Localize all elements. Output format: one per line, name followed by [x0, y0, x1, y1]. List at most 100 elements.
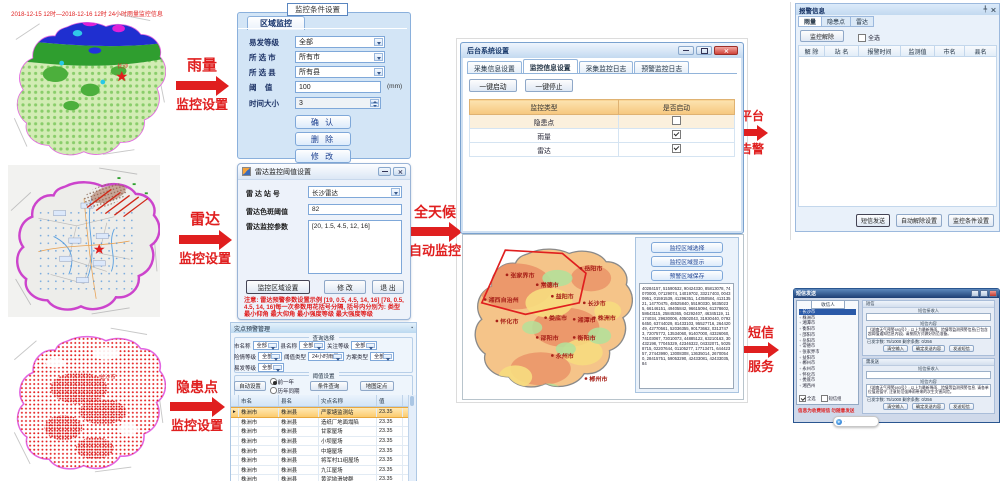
checkbox-danger-unchecked[interactable] — [672, 116, 681, 125]
table-row[interactable]: 株洲市株洲县小坝屋场23.35 — [231, 437, 409, 447]
checkbox-rain-checked[interactable] — [672, 130, 681, 139]
map-point-button[interactable]: 地图定点 — [360, 381, 394, 391]
county-select[interactable]: 所有县 — [295, 66, 385, 78]
threshold-input[interactable]: 100 — [295, 81, 381, 93]
clear-input-button[interactable]: 清空输入 — [883, 403, 908, 410]
clear-input-button[interactable]: 清空输入 — [883, 345, 908, 352]
checkbox-radar-checked[interactable] — [672, 144, 681, 153]
radar-params-textarea[interactable]: [20, 1.5, 4.5, 12, 16] — [308, 220, 402, 274]
confirm-content-button[interactable]: 确定发送内容 — [912, 345, 945, 352]
recipient-tab[interactable]: 收信人 — [811, 300, 845, 309]
region-select-button[interactable]: 监控区域选择 — [651, 242, 723, 253]
risk-level-select[interactable]: 全部 — [258, 352, 282, 361]
alarm-table-header[interactable]: 解 除 站 名 报警时间 监测值 市名 县名 — [798, 45, 997, 57]
table-row[interactable]: ▸株洲市株洲县严家塘监测站23.35 — [231, 407, 409, 418]
recipient-tree[interactable]: 长沙市 株洲市 湘潭市 衡阳市 邵阳市 岳阳市 常德市 张家界市 益阳市 郴州市… — [799, 309, 856, 392]
dropdown-arrow-icon[interactable] — [314, 343, 323, 348]
confirm-content-button[interactable]: 确定发送内容 — [912, 403, 945, 410]
tab-collect-log[interactable]: 采集监控日志 — [579, 61, 634, 73]
tab-danger-points[interactable]: 隐患点 — [822, 16, 851, 27]
table-row[interactable]: 株洲市株洲县甘家屋场23.35 — [231, 427, 409, 437]
confirm-button[interactable]: 确 认 — [295, 115, 351, 129]
exit-button[interactable]: 退 出 — [372, 280, 404, 294]
content-textarea[interactable]: 《湖南天气预警693号》: 以上为最新降雨、险情等监测预警信息, 请各单位值班值… — [866, 384, 991, 397]
close-icon[interactable] — [990, 7, 995, 12]
dropdown-arrow-icon[interactable] — [374, 38, 383, 46]
region-show-button[interactable]: 监控区域显示 — [651, 256, 723, 267]
radio-history[interactable] — [270, 387, 277, 394]
table-row[interactable]: 株洲市株洲县中塘屋场23.35 — [231, 446, 409, 456]
dropdown-arrow-icon[interactable] — [374, 53, 383, 61]
time-size-stepper[interactable]: 3 — [295, 97, 381, 109]
dropdown-arrow-icon[interactable] — [383, 354, 392, 359]
threshold-type-select[interactable]: 24小时雨量 — [308, 352, 344, 361]
stepper-arrows-icon[interactable] — [370, 99, 379, 107]
minimize-button[interactable] — [678, 46, 694, 55]
modify-button[interactable]: 修 改 — [324, 280, 366, 294]
maximize-button[interactable] — [980, 290, 988, 297]
close-button[interactable] — [393, 167, 406, 176]
table-row[interactable]: 株洲市株洲县将军村11组屋场23.35 — [231, 456, 409, 466]
send-sms-button[interactable]: 发送短信 — [949, 403, 974, 410]
select-all-checkbox[interactable] — [799, 395, 806, 402]
sms-titlebar[interactable]: 短信发送 — [794, 289, 999, 298]
prone-level-select[interactable]: 全部 — [295, 36, 385, 48]
tab-monitor-settings[interactable]: 监控信息设置 — [523, 59, 578, 73]
minimize-button[interactable] — [378, 167, 391, 176]
table-row[interactable]: 株洲市株洲县九江屋场23.35 — [231, 466, 409, 476]
region-save-button[interactable]: 预警区域保存 — [651, 270, 723, 281]
col-monitor-type[interactable]: 监控类型 — [470, 100, 619, 115]
county-name-select[interactable]: 全部 — [299, 341, 325, 350]
dropdown-arrow-icon[interactable] — [374, 68, 383, 76]
monitor-region-settings-button[interactable]: 监控区域设置 — [246, 280, 310, 294]
dropdown-arrow-icon[interactable] — [271, 354, 280, 359]
auto-set-button[interactable]: 自动设置 — [234, 381, 266, 391]
vertical-scrollbar[interactable] — [408, 395, 416, 481]
table-row[interactable]: 株洲市株洲县黄泥坳滑坡群23.35 — [231, 475, 409, 481]
recipient-textarea[interactable] — [866, 371, 991, 379]
checkbox-icon[interactable] — [858, 34, 866, 42]
one-key-stop-button[interactable]: 一键停止 — [525, 79, 573, 92]
prone-level-select[interactable]: 全部 — [258, 363, 284, 372]
auto-hide-pin-icon[interactable]: ╇ — [983, 6, 987, 13]
modify-button[interactable]: 修 改 — [295, 149, 351, 163]
auto-release-settings-button[interactable]: 自动解除设置 — [896, 214, 942, 227]
dropdown-arrow-icon[interactable] — [391, 188, 400, 196]
release-monitor-button[interactable]: 监控解除 — [800, 30, 844, 42]
radar-threshold-input[interactable]: 82 — [308, 204, 402, 215]
backend-window-titlebar[interactable]: 后台系统设置 — [461, 43, 743, 58]
close-button[interactable] — [989, 290, 997, 297]
city-name-select[interactable]: 全部 — [253, 341, 279, 350]
radio-prev-year[interactable] — [270, 378, 277, 385]
tab-collect-settings[interactable]: 采集信息设置 — [467, 61, 522, 73]
plan-type-select[interactable]: 全部 — [370, 352, 394, 361]
table-row[interactable]: 雨量 — [470, 129, 735, 143]
dropdown-arrow-icon[interactable] — [333, 354, 342, 359]
alarm-table-body[interactable] — [798, 57, 997, 207]
radar-station-select[interactable]: 长沙雷达 — [308, 186, 402, 198]
sms-group-checkbox[interactable] — [821, 395, 828, 402]
col-enabled[interactable]: 是否启动 — [619, 100, 735, 115]
delete-button[interactable]: 删 除 — [295, 132, 351, 146]
select-all-checkbox[interactable]: 全选 — [858, 33, 880, 42]
condition-query-button[interactable]: 条件查询 — [310, 381, 348, 391]
table-row[interactable]: 株洲市株洲县造纸厂地面塌陷23.35 — [231, 418, 409, 428]
table-row[interactable]: 隐患点 — [470, 115, 735, 129]
attention-level-select[interactable]: 全部 — [351, 341, 377, 350]
close-button[interactable] — [714, 46, 738, 55]
tab-radar[interactable]: 雷达 — [851, 16, 874, 27]
maximize-button[interactable] — [696, 46, 712, 55]
content-textarea[interactable]: 《湖南天气预警693号》: 以上为最新降雨、险情等监测预警信息(已包含超阈值通知… — [866, 326, 991, 339]
dropdown-arrow-icon[interactable] — [273, 365, 282, 370]
tray-badge[interactable]: e · — [833, 416, 879, 427]
station-codes-textarea[interactable]: 40284157, 51590532, 90424330, 85813078, … — [639, 283, 734, 389]
dropdown-arrow-icon[interactable] — [366, 343, 375, 348]
one-key-start-button[interactable]: 一键启动 — [469, 79, 517, 92]
city-select[interactable]: 所有市 — [295, 51, 385, 63]
pin-icon[interactable]: ▪ — [411, 325, 413, 331]
danger-table-header[interactable]: 市名 县名 灾点名称 值 — [231, 395, 409, 407]
sms-send-button[interactable]: 短信发送 — [856, 214, 890, 227]
minimize-button[interactable] — [971, 290, 979, 297]
send-sms-button[interactable]: 发送短信 — [949, 345, 974, 352]
dropdown-arrow-icon[interactable] — [268, 343, 277, 348]
